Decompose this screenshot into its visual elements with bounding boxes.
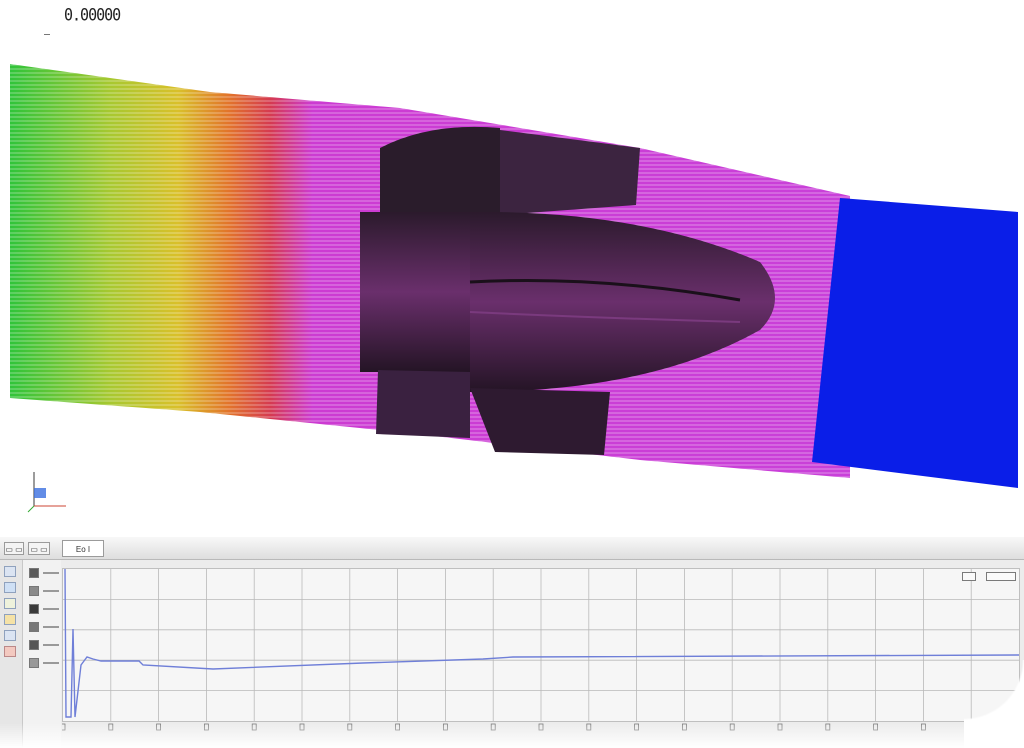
- grid-icon[interactable]: [4, 598, 16, 609]
- legend-line: [43, 590, 59, 592]
- chart-icon[interactable]: [4, 566, 16, 577]
- legend-swatch: [29, 640, 39, 650]
- xyz-axis-triad-icon: [27, 472, 66, 513]
- legend-swatch: [29, 568, 39, 578]
- x-tick: [442, 723, 448, 731]
- residual-plot[interactable]: [62, 568, 1020, 722]
- legend-swatch: [29, 604, 39, 614]
- x-tick: [634, 723, 639, 731]
- panel-tabbar: ▭ ▭ ▭ ▭ Eo I: [0, 537, 1024, 560]
- x-tick: [251, 723, 257, 731]
- settings-icon[interactable]: [986, 572, 1016, 581]
- x-tick: [777, 723, 783, 731]
- x-tick: [203, 723, 209, 731]
- legend-swatch: [29, 622, 39, 632]
- legend-swatch: [29, 658, 39, 668]
- x-tick: [825, 723, 831, 731]
- x-axis: [62, 723, 1020, 731]
- x-tick: [968, 723, 974, 731]
- legend-line: [43, 572, 59, 574]
- plot-canvas: [63, 569, 1019, 721]
- legend-line: [43, 608, 59, 610]
- x-tick: [921, 723, 926, 731]
- x-tick: [156, 723, 161, 731]
- flow-scene: [10, 64, 1018, 488]
- cursor-icon[interactable]: [4, 630, 16, 641]
- x-tick: [682, 723, 687, 731]
- x-tick: [395, 723, 401, 731]
- arrow-icon[interactable]: [4, 582, 16, 593]
- x-tick: [62, 723, 66, 731]
- x-tick: [1016, 723, 1020, 731]
- legend-line: [43, 626, 59, 628]
- tool-strip: [0, 560, 23, 748]
- x-tick: [873, 723, 878, 731]
- monitor-graph-panel: ▭ ▭ ▭ ▭ Eo I: [0, 537, 1024, 748]
- legend-line: [43, 644, 59, 646]
- legend-swatch: [29, 586, 39, 596]
- save-icon[interactable]: [4, 646, 16, 657]
- tab-1[interactable]: ▭ ▭: [4, 542, 24, 555]
- legend-line: [43, 662, 59, 664]
- x-tick: [108, 723, 114, 731]
- series-legend: [23, 560, 61, 748]
- x-tick: [586, 723, 592, 731]
- x-tick: [299, 723, 305, 731]
- x-tick: [538, 723, 544, 731]
- x-tick: [347, 723, 353, 731]
- x-tick: [729, 723, 735, 731]
- tab-2[interactable]: ▭ ▭: [28, 542, 50, 555]
- 3d-viewport[interactable]: 0.00000: [0, 0, 1024, 535]
- x-tick: [490, 723, 496, 731]
- zoom-fit-icon[interactable]: [962, 572, 976, 581]
- tab-3-active[interactable]: Eo I: [62, 540, 104, 557]
- color-icon[interactable]: [4, 614, 16, 625]
- outlet-region: [812, 198, 1018, 488]
